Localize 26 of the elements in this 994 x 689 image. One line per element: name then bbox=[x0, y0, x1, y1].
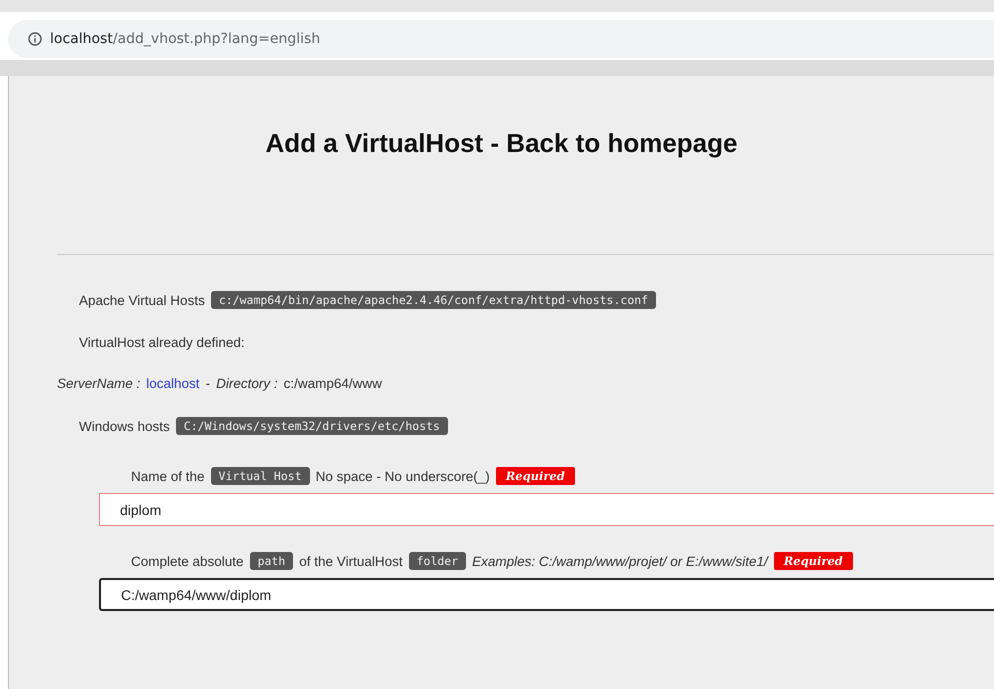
label-text: ServerName : bbox=[57, 376, 140, 391]
code-tag: C:/Windows/system32/drivers/etc/hosts bbox=[176, 417, 448, 435]
code-tag: path bbox=[250, 552, 294, 570]
code-tag: c:/wamp64/bin/apache/apache2.4.46/conf/extra/httpd-vhosts.conf bbox=[210, 291, 656, 309]
code-tag: folder bbox=[408, 552, 466, 570]
url-text: localhost/add_vhost.php?lang=english bbox=[50, 31, 320, 47]
label-text: No space - No underscore(_) bbox=[316, 468, 490, 484]
server-link[interactable]: localhost bbox=[146, 376, 200, 391]
label-text: Complete absolute bbox=[131, 554, 244, 568]
required-tag: Required bbox=[774, 552, 853, 570]
page-title: Add a VirtualHost - Back to homepage bbox=[264, 127, 738, 159]
label-text: Name of the bbox=[131, 468, 205, 484]
label-text: c:/wamp64/www bbox=[284, 376, 382, 391]
label-text: VirtualHost already defined: bbox=[79, 335, 245, 350]
label-text: Examples: C:/wamp/www/projet/ or E:/www/site1/ bbox=[472, 554, 768, 568]
label-text: Apache Virtual Hosts bbox=[79, 292, 205, 308]
label-text: Windows hosts bbox=[79, 418, 170, 434]
address-bar[interactable]: localhost/add_vhost.php?lang=english bbox=[8, 20, 994, 58]
code-tag: Virtual Host bbox=[210, 467, 310, 485]
label-text: Directory : bbox=[216, 376, 278, 391]
info-icon bbox=[28, 32, 42, 46]
label-text: of the VirtualHost bbox=[299, 554, 403, 568]
label-text: - bbox=[206, 376, 210, 391]
text-field[interactable]: diplom bbox=[99, 493, 994, 526]
text-field[interactable]: C:/wamp64/www/diplom bbox=[99, 578, 994, 611]
required-tag: Required bbox=[496, 467, 575, 485]
